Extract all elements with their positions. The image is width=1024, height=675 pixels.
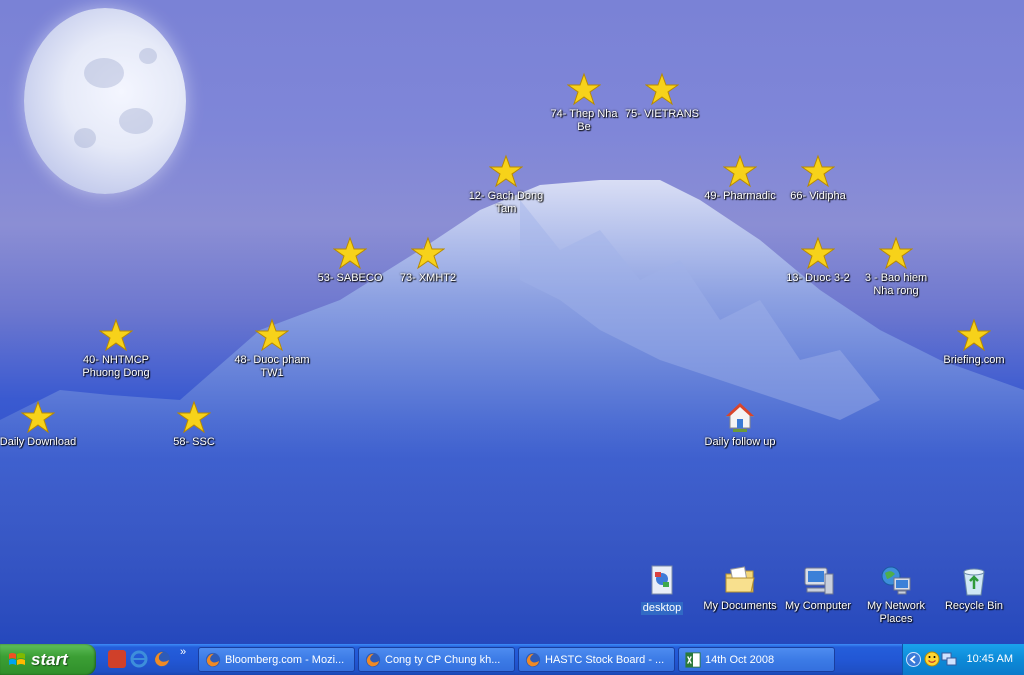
icon-label: 3 - Bao hiem Nha rong bbox=[864, 272, 928, 297]
messenger-smiley-icon[interactable] bbox=[924, 651, 940, 667]
desktop-background: 74- Thep Nha Be 75- VIETRANS 12- Gach Do… bbox=[0, 0, 1024, 644]
moon-image bbox=[24, 8, 186, 194]
shortcut-nhtmcp[interactable]: 40- NHTMCP Phuong Dong bbox=[76, 318, 156, 380]
shortcut-pharmadic[interactable]: 49- Pharmadic bbox=[700, 154, 780, 203]
task-label: Cong ty CP Chung kh... bbox=[385, 653, 501, 666]
computer-icon bbox=[804, 567, 834, 595]
icon-label: 74- Thep Nha Be bbox=[550, 108, 618, 133]
star-icon bbox=[255, 318, 289, 352]
shortcut-daily-follow-up[interactable]: Daily follow up bbox=[700, 400, 780, 449]
icon-label: 66- Vidipha bbox=[790, 190, 846, 202]
taskbar-button-14th-oct[interactable]: 14th Oct 2008 bbox=[678, 647, 835, 672]
firefox-icon bbox=[365, 652, 381, 667]
star-icon bbox=[801, 236, 835, 270]
star-icon bbox=[567, 72, 601, 106]
taskbar-button-bloomberg[interactable]: Bloomberg.com - Mozi... bbox=[198, 647, 355, 672]
home-page-icon bbox=[725, 403, 755, 432]
shortcut-duoc-3-2[interactable]: 13- Duoc 3-2 bbox=[778, 236, 858, 285]
icon-label: 58- SSC bbox=[173, 436, 215, 448]
star-icon bbox=[879, 236, 913, 270]
shortcut-my-computer[interactable]: My Computer bbox=[778, 564, 858, 613]
icon-label: My Computer bbox=[784, 600, 852, 612]
task-label: Bloomberg.com - Mozi... bbox=[225, 653, 345, 666]
firefox-icon[interactable] bbox=[153, 650, 171, 668]
shortcut-thep-nha-be[interactable]: 74- Thep Nha Be bbox=[544, 72, 624, 134]
icon-label: desktop bbox=[640, 602, 684, 615]
start-label: start bbox=[31, 649, 68, 669]
shortcut-gach-dong-tam[interactable]: 12- Gach Dong Tam bbox=[466, 154, 546, 216]
task-label: HASTC Stock Board - ... bbox=[545, 653, 665, 666]
shortcut-vietrans[interactable]: 75- VIETRANS bbox=[622, 72, 702, 121]
taskbar-button-cong-ty[interactable]: Cong ty CP Chung kh... bbox=[358, 647, 515, 672]
shortcut-vidipha[interactable]: 66- Vidipha bbox=[778, 154, 858, 203]
icon-label: 13- Duoc 3-2 bbox=[786, 272, 850, 284]
icon-label: Briefing.com bbox=[943, 354, 1005, 366]
system-tray: 10:45 AM bbox=[902, 644, 1024, 675]
shortcut-bao-hiem[interactable]: 3 - Bao hiem Nha rong bbox=[856, 236, 936, 298]
icon-label: 53- SABECO bbox=[317, 272, 383, 284]
icon-label: 49- Pharmadic bbox=[704, 190, 776, 202]
chevron-left-icon[interactable] bbox=[906, 652, 921, 667]
folder-icon bbox=[725, 566, 755, 593]
firefox-icon bbox=[525, 652, 541, 667]
icon-label: Daily Download bbox=[0, 436, 77, 448]
icon-label: 73- XMHT2 bbox=[399, 272, 457, 284]
network-globe-icon bbox=[881, 566, 911, 595]
star-icon bbox=[99, 318, 133, 352]
star-icon bbox=[801, 154, 835, 188]
star-icon bbox=[177, 400, 211, 434]
star-icon bbox=[411, 236, 445, 270]
quicklaunch-overflow-chevron-icon[interactable]: » bbox=[180, 646, 186, 658]
shortcut-sabeco[interactable]: 53- SABECO bbox=[310, 236, 390, 285]
shortcut-xmht2[interactable]: 73- XMHT2 bbox=[388, 236, 468, 285]
document-icon bbox=[651, 565, 673, 595]
icon-label: 48- Duoc pham TW1 bbox=[234, 354, 310, 379]
windows-logo-icon bbox=[9, 652, 25, 665]
star-icon bbox=[645, 72, 679, 106]
icon-label: Recycle Bin bbox=[944, 600, 1004, 612]
icon-label: My Documents bbox=[703, 600, 777, 612]
shortcut-desktop[interactable]: desktop bbox=[622, 564, 702, 616]
shortcut-my-documents[interactable]: My Documents bbox=[700, 564, 780, 613]
shortcut-ssc[interactable]: 58- SSC bbox=[154, 400, 234, 449]
task-label: 14th Oct 2008 bbox=[705, 653, 775, 666]
icon-label: 40- NHTMCP Phuong Dong bbox=[82, 354, 150, 379]
start-button[interactable]: start bbox=[0, 644, 96, 675]
firefox-icon bbox=[205, 652, 221, 667]
clock[interactable]: 10:45 AM bbox=[967, 653, 1013, 665]
star-icon bbox=[957, 318, 991, 352]
icon-label: 12- Gach Dong Tam bbox=[468, 190, 544, 215]
star-icon bbox=[489, 154, 523, 188]
network-connection-icon[interactable] bbox=[941, 651, 957, 667]
shortcut-recycle-bin[interactable]: Recycle Bin bbox=[934, 564, 1014, 613]
taskbar: start » Bloomberg.com - Mozi... Cong ty … bbox=[0, 644, 1024, 675]
star-icon bbox=[333, 236, 367, 270]
icon-label: My Network Places bbox=[866, 600, 926, 625]
star-icon bbox=[21, 400, 55, 434]
recycle-bin-icon bbox=[963, 568, 985, 596]
excel-icon bbox=[685, 651, 701, 668]
shortcut-duoc-pham-tw1[interactable]: 48- Duoc pham TW1 bbox=[232, 318, 312, 380]
shortcut-my-network-places[interactable]: My Network Places bbox=[856, 564, 936, 626]
taskbar-button-hastc[interactable]: HASTC Stock Board - ... bbox=[518, 647, 675, 672]
shortcut-briefing[interactable]: Briefing.com bbox=[934, 318, 1014, 367]
internet-explorer-icon[interactable] bbox=[130, 650, 148, 668]
icon-label: 75- VIETRANS bbox=[625, 108, 699, 120]
star-icon bbox=[723, 154, 757, 188]
shortcut-daily-download[interactable]: Daily Download bbox=[0, 400, 78, 449]
icon-label: Daily follow up bbox=[704, 436, 776, 448]
quicklaunch-app-icon[interactable] bbox=[108, 650, 126, 668]
